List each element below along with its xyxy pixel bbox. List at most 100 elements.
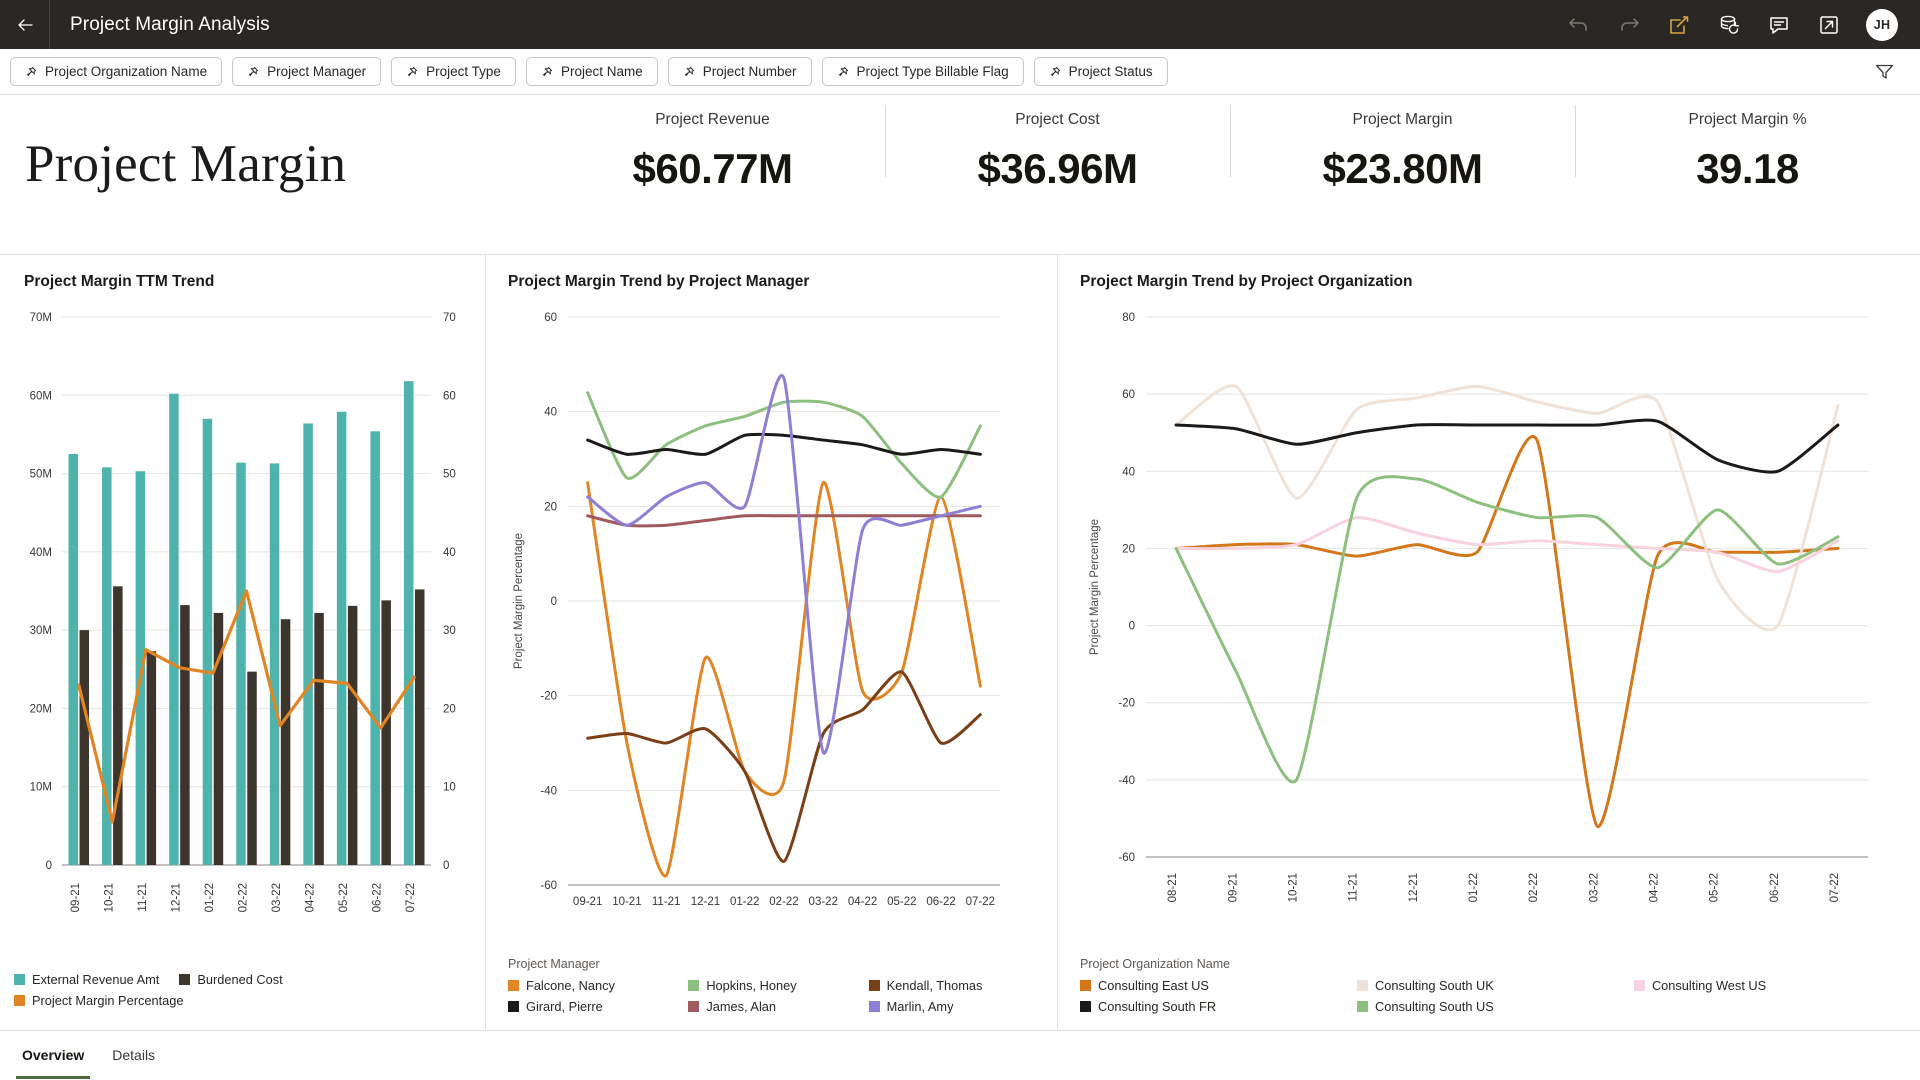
- bar-burdened-cost[interactable]: [415, 589, 425, 865]
- legend-label: Girard, Pierre: [526, 999, 603, 1014]
- axis-tick-label: 01-22: [204, 883, 216, 912]
- axis-tick-label: 10M: [30, 782, 52, 794]
- legend-item[interactable]: Marlin, Amy: [869, 999, 1049, 1014]
- filter-chip-project-type-billable-flag[interactable]: Project Type Billable Flag: [822, 57, 1024, 86]
- legend-item[interactable]: Falcone, Nancy: [508, 978, 688, 993]
- axis-tick-label: 06-22: [926, 896, 955, 908]
- line-series[interactable]: [1176, 386, 1838, 630]
- comment-icon[interactable]: [1766, 12, 1792, 38]
- chart-by-organization[interactable]: -60-40-2002040608008-2109-2110-2111-2112…: [1058, 295, 1920, 945]
- data-refresh-icon[interactable]: [1716, 12, 1742, 38]
- bar-burdened-cost[interactable]: [381, 600, 391, 865]
- axis-tick-label: 40: [544, 407, 557, 419]
- bar-burdened-cost[interactable]: [281, 619, 291, 865]
- legend-swatch: [688, 980, 699, 991]
- legend-item[interactable]: Project Margin Percentage: [14, 993, 184, 1008]
- line-series[interactable]: [1176, 477, 1838, 782]
- axis-tick-label: 70: [443, 312, 456, 324]
- axis-tick-label: -40: [1118, 775, 1135, 787]
- bar-burdened-cost[interactable]: [314, 613, 324, 865]
- edit-icon[interactable]: [1666, 12, 1692, 38]
- tab-details[interactable]: Details: [98, 1031, 169, 1079]
- filter-chip-project-number[interactable]: Project Number: [668, 57, 812, 86]
- bar-burdened-cost[interactable]: [113, 586, 123, 865]
- filter-chip-project-status[interactable]: Project Status: [1034, 57, 1168, 86]
- line-series[interactable]: [588, 434, 981, 454]
- chart-panel-by-organization: Project Margin Trend by Project Organiza…: [1057, 255, 1919, 1030]
- legend-swatch: [14, 974, 25, 985]
- bar-burdened-cost[interactable]: [348, 606, 358, 865]
- bar-external-revenue[interactable]: [169, 394, 179, 865]
- legend-label: Kendall, Thomas: [887, 978, 983, 993]
- legend-item[interactable]: James, Alan: [688, 999, 868, 1014]
- line-series[interactable]: [588, 375, 981, 753]
- line-project-margin-percentage[interactable]: [79, 591, 414, 822]
- line-series[interactable]: [588, 482, 981, 876]
- legend-item[interactable]: Hopkins, Honey: [688, 978, 868, 993]
- legend-item[interactable]: Consulting South FR: [1080, 999, 1357, 1014]
- kpi-label: Project Cost: [885, 111, 1230, 129]
- line-series[interactable]: [1176, 436, 1838, 826]
- legend-item[interactable]: Burdened Cost: [179, 972, 282, 987]
- filter-chip-project-organization-name[interactable]: Project Organization Name: [10, 57, 222, 86]
- avatar[interactable]: JH: [1866, 9, 1898, 41]
- legend-item[interactable]: Consulting East US: [1080, 978, 1357, 993]
- legend-item[interactable]: External Revenue Amt: [14, 972, 159, 987]
- bar-burdened-cost[interactable]: [180, 605, 190, 865]
- legend-item[interactable]: Consulting West US: [1634, 978, 1911, 993]
- filter-chip-project-manager[interactable]: Project Manager: [232, 57, 381, 86]
- legend-label: Marlin, Amy: [887, 999, 954, 1014]
- hero-title: Project Margin: [0, 95, 540, 194]
- axis-tick-label: 50M: [30, 469, 52, 481]
- bar-external-revenue[interactable]: [404, 381, 414, 865]
- axis-tick-label: 12-21: [170, 883, 182, 912]
- back-button[interactable]: [0, 0, 50, 49]
- chart-legend: Project Manager Falcone, NancyHopkins, H…: [508, 957, 1049, 1020]
- axis-tick-label: 20: [443, 703, 456, 715]
- filter-chip-label: Project Manager: [267, 64, 366, 79]
- share-icon[interactable]: [1816, 12, 1842, 38]
- legend-item[interactable]: Kendall, Thomas: [869, 978, 1049, 993]
- bar-external-revenue[interactable]: [236, 463, 246, 865]
- bar-external-revenue[interactable]: [337, 412, 347, 865]
- arrow-left-icon: [15, 15, 35, 35]
- legend-item[interactable]: Girard, Pierre: [508, 999, 688, 1014]
- line-series[interactable]: [588, 393, 981, 498]
- legend-label: Consulting South US: [1375, 999, 1494, 1014]
- legend-label: Consulting East US: [1098, 978, 1209, 993]
- axis-tick-label: 20: [1122, 543, 1135, 555]
- axis-tick-label: 01-22: [730, 896, 759, 908]
- filter-chip-label: Project Type Billable Flag: [857, 64, 1009, 79]
- legend-title: Project Organization Name: [1080, 957, 1911, 971]
- axis-tick-label: 03-22: [1588, 873, 1600, 902]
- legend-label: Consulting South UK: [1375, 978, 1494, 993]
- kpi-project-margin: Project Margin $23.80M: [1230, 95, 1575, 193]
- chart-by-manager[interactable]: -60-40-20020406009-2110-2111-2112-2101-2…: [486, 295, 1058, 945]
- legend-item[interactable]: Consulting South UK: [1357, 978, 1634, 993]
- filter-chip-project-name[interactable]: Project Name: [526, 57, 658, 86]
- legend-item[interactable]: Consulting South US: [1357, 999, 1634, 1014]
- bar-external-revenue[interactable]: [370, 431, 380, 865]
- chart-ttm-trend[interactable]: 0010M1020M2030M3040M4050M5060M6070M7009-…: [0, 295, 485, 985]
- legend-swatch: [1080, 1001, 1091, 1012]
- legend-label: James, Alan: [706, 999, 776, 1014]
- pin-icon: [541, 66, 553, 78]
- legend-swatch: [869, 1001, 880, 1012]
- filter-chip-project-type[interactable]: Project Type: [391, 57, 516, 86]
- chart-title: Project Margin Trend by Project Manager: [486, 273, 1057, 291]
- legend-swatch: [14, 995, 25, 1006]
- bar-burdened-cost[interactable]: [247, 672, 257, 865]
- undo-icon[interactable]: [1566, 12, 1592, 38]
- tab-overview[interactable]: Overview: [8, 1031, 98, 1079]
- legend-label: Falcone, Nancy: [526, 978, 615, 993]
- bar-external-revenue[interactable]: [203, 419, 213, 865]
- bar-external-revenue[interactable]: [270, 463, 280, 865]
- bar-external-revenue[interactable]: [303, 423, 313, 865]
- bar-burdened-cost[interactable]: [147, 651, 157, 865]
- bar-external-revenue[interactable]: [69, 454, 79, 865]
- redo-icon[interactable]: [1616, 12, 1642, 38]
- axis-tick-label: 10-21: [1287, 873, 1299, 902]
- bar-burdened-cost[interactable]: [80, 630, 90, 865]
- legend-label: Hopkins, Honey: [706, 978, 796, 993]
- filter-icon[interactable]: [1875, 63, 1910, 80]
